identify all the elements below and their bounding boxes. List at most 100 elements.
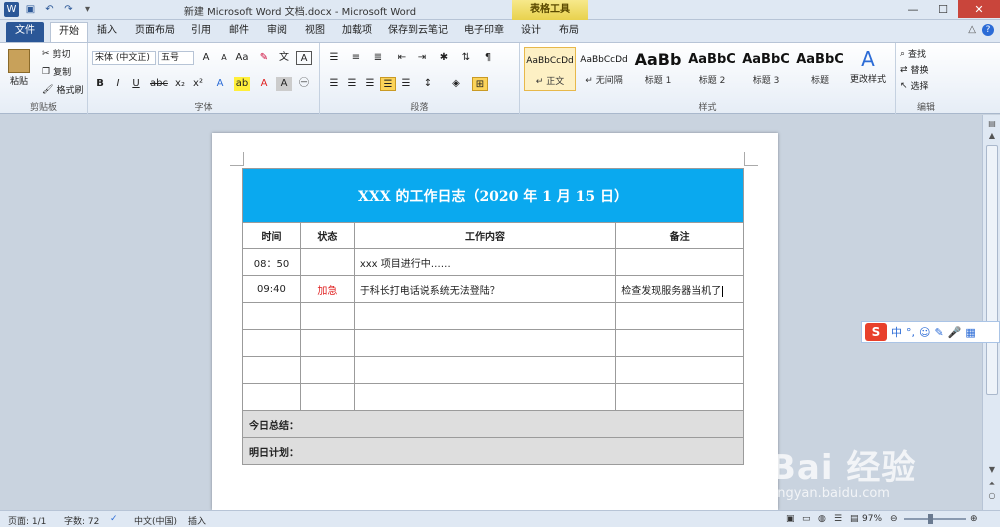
shading-icon[interactable]: ◈	[448, 77, 464, 91]
change-styles-button[interactable]: A 更改样式	[850, 47, 886, 85]
cell-status[interactable]	[299, 383, 355, 411]
tab-insert[interactable]: 插入	[92, 22, 122, 42]
minimize-button[interactable]: —	[898, 0, 928, 18]
highlight-icon[interactable]: ab	[234, 77, 250, 91]
paste-button[interactable]: 粘贴	[8, 49, 30, 87]
status-zoom-level[interactable]: 97%	[862, 514, 882, 524]
cell-content[interactable]	[353, 302, 617, 330]
maximize-button[interactable]: ☐	[928, 0, 958, 18]
proofing-icon[interactable]: ✓	[110, 514, 118, 524]
view-draft-icon[interactable]: ▤	[850, 514, 859, 524]
superscript-icon[interactable]: x²	[190, 77, 206, 91]
status-language[interactable]: 中文(中国)	[134, 514, 177, 527]
style-title[interactable]: AaBbC 标题	[794, 47, 846, 91]
voice-icon[interactable]: 🎤	[948, 326, 962, 339]
cell-tomorrow-plan[interactable]: 明日计划：	[242, 437, 744, 465]
italic-icon[interactable]: I	[110, 77, 126, 91]
toolbox-icon[interactable]: ▦	[965, 326, 975, 339]
cell-content[interactable]	[353, 329, 617, 357]
status-word-count[interactable]: 字数: 72	[64, 514, 99, 527]
collapse-ribbon-icon[interactable]: △	[968, 24, 976, 36]
column-header-content[interactable]: 工作内容	[353, 222, 617, 249]
increase-indent-icon[interactable]: ⇥	[414, 51, 430, 65]
distribute-icon[interactable]: ☰	[398, 77, 414, 91]
align-left-icon[interactable]: ☰	[326, 77, 342, 91]
style-normal[interactable]: AaBbCcDd ↵ 正文	[524, 47, 576, 91]
handwriting-icon[interactable]: ✎	[934, 326, 943, 339]
cell-content[interactable]: 于科长打电话说系统无法登陆？	[353, 275, 617, 303]
cell-today-summary[interactable]: 今日总结：	[242, 410, 744, 438]
table-title-cell[interactable]: XXX 的工作日志（2020 年 1 月 15 日）	[242, 168, 744, 223]
status-insert-mode[interactable]: 插入	[188, 514, 206, 527]
line-spacing-icon[interactable]: ↕	[420, 77, 436, 91]
cell-content[interactable]: xxx 项目进行中……	[353, 248, 617, 276]
cell-time[interactable]	[242, 329, 301, 357]
view-web-icon[interactable]: ◍	[818, 514, 826, 524]
zoom-in-icon[interactable]: ⊕	[970, 514, 978, 524]
view-print-layout-icon[interactable]: ▣	[786, 514, 795, 524]
cell-status[interactable]: 加急	[299, 275, 355, 303]
shrink-font-icon[interactable]: A	[216, 51, 232, 65]
cell-notes[interactable]	[615, 329, 744, 357]
close-button[interactable]: ✕	[958, 0, 1000, 18]
tab-e-seal[interactable]: 电子印章	[460, 22, 508, 42]
tab-view[interactable]: 视图	[300, 22, 330, 42]
tab-references[interactable]: 引用	[186, 22, 216, 42]
scroll-up-icon[interactable]: ▲	[986, 131, 998, 143]
show-marks-icon[interactable]: ¶	[480, 51, 496, 65]
clear-format-icon[interactable]: ✎	[256, 51, 272, 65]
zoom-slider-thumb[interactable]	[928, 514, 933, 524]
phonetic-guide-icon[interactable]: 文	[276, 51, 292, 65]
font-name-select[interactable]: 宋体 (中文正)	[92, 51, 156, 65]
zoom-slider[interactable]	[904, 518, 966, 520]
cell-notes[interactable]	[615, 302, 744, 330]
tab-home[interactable]: 开始	[50, 22, 88, 42]
borders-icon[interactable]: ⊞	[472, 77, 488, 91]
grow-font-icon[interactable]: A	[198, 51, 214, 65]
tab-page-layout[interactable]: 页面布局	[132, 22, 178, 42]
scroll-thumb[interactable]	[986, 145, 998, 395]
ruler-toggle-icon[interactable]: ▤	[986, 119, 998, 131]
tab-mailings[interactable]: 邮件	[224, 22, 254, 42]
document-page[interactable]: XXX 的工作日志（2020 年 1 月 15 日） 时间 状态 工作内容 备注…	[212, 133, 778, 510]
emoji-icon[interactable]: ☺	[919, 326, 930, 339]
underline-icon[interactable]: U	[128, 77, 144, 91]
zoom-out-icon[interactable]: ⊖	[890, 514, 898, 524]
tab-addins[interactable]: 加载项	[338, 22, 376, 42]
char-border-icon[interactable]: A	[296, 51, 312, 65]
numbering-icon[interactable]: ≡	[348, 51, 364, 65]
view-full-screen-icon[interactable]: ▭	[802, 514, 811, 524]
font-size-select[interactable]: 五号	[158, 51, 194, 65]
cut-button[interactable]: ✂ 剪切	[42, 47, 71, 61]
style-no-spacing[interactable]: AaBbCcDd ↵ 无间隔	[578, 47, 630, 91]
ime-mode-chinese[interactable]: 中	[891, 324, 902, 340]
tab-file[interactable]: 文件	[6, 22, 44, 42]
align-right-icon[interactable]: ☰	[362, 77, 378, 91]
style-heading-2[interactable]: AaBbC 标题 2	[686, 47, 738, 91]
style-heading-1[interactable]: AaBb 标题 1	[632, 47, 684, 91]
view-outline-icon[interactable]: ☰	[834, 514, 842, 524]
tab-review[interactable]: 审阅	[262, 22, 292, 42]
cell-content[interactable]	[353, 356, 617, 384]
cell-notes[interactable]: 检查发现服务器当机了	[615, 275, 744, 303]
ime-toolbar[interactable]: S 中 °, ☺ ✎ 🎤 ▦	[861, 321, 1000, 343]
cell-time[interactable]	[242, 383, 301, 411]
copy-button[interactable]: ❐ 复制	[42, 65, 71, 79]
enclosed-char-icon[interactable]: ㊀	[296, 77, 312, 91]
find-button[interactable]: ⌕ 查找	[900, 47, 926, 61]
cell-notes[interactable]	[615, 383, 744, 411]
cell-time[interactable]	[242, 302, 301, 330]
bullets-icon[interactable]: ☰	[326, 51, 342, 65]
column-header-notes[interactable]: 备注	[615, 222, 744, 249]
punctuation-icon[interactable]: °,	[906, 326, 915, 339]
chinese-layout-icon[interactable]: ✱	[436, 51, 452, 65]
cell-status[interactable]	[299, 356, 355, 384]
cell-status[interactable]	[299, 248, 355, 276]
cell-time[interactable]: 09:40	[242, 275, 301, 303]
tab-cloud-notes[interactable]: 保存到云笔记	[384, 22, 452, 42]
cell-status[interactable]	[299, 302, 355, 330]
align-center-icon[interactable]: ☰	[344, 77, 360, 91]
column-header-status[interactable]: 状态	[299, 222, 355, 249]
format-painter-button[interactable]: 🖌 格式刷	[42, 83, 83, 97]
font-color-icon[interactable]: A	[256, 77, 272, 91]
